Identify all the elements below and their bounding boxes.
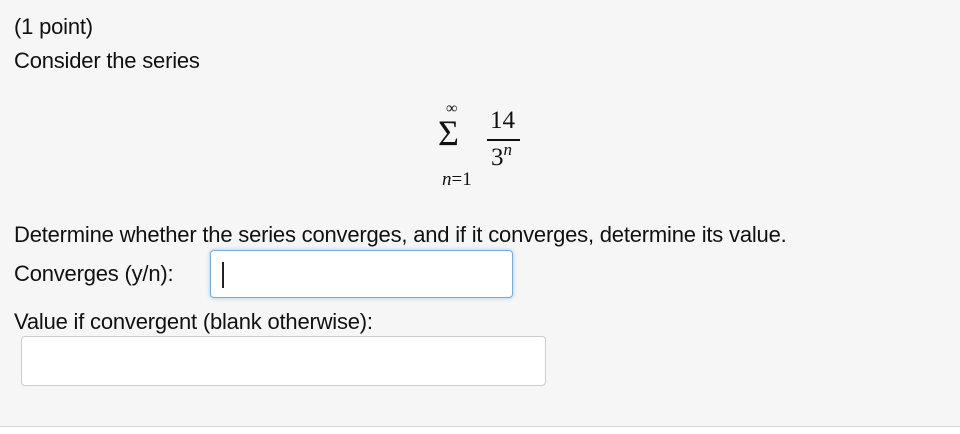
numerator: 14 xyxy=(490,107,515,134)
problem-points: (1 point) xyxy=(14,14,93,39)
problem-panel: (1 point) Consider the series ∞ Σ n=1 14… xyxy=(0,0,960,427)
lower-limit: n=1 xyxy=(442,170,472,190)
denominator-exponent: n xyxy=(503,140,513,159)
summation-symbol: Σ xyxy=(438,113,459,153)
index-variable: n xyxy=(442,169,452,190)
converges-label: Converges (y/n): xyxy=(14,261,174,286)
value-label: Value if convergent (blank otherwise): xyxy=(14,309,373,334)
value-input[interactable] xyxy=(21,336,546,386)
denominator-base: 3 xyxy=(491,144,504,171)
converges-input[interactable] xyxy=(210,250,513,298)
lower-limit-value: =1 xyxy=(451,169,472,190)
question-text: Determine whether the series converges, … xyxy=(14,222,787,247)
denominator: 3n xyxy=(491,141,512,172)
text-cursor xyxy=(222,262,224,288)
series-formula: ∞ Σ n=1 14 3n xyxy=(432,100,542,192)
problem-prompt: Consider the series xyxy=(14,48,200,73)
